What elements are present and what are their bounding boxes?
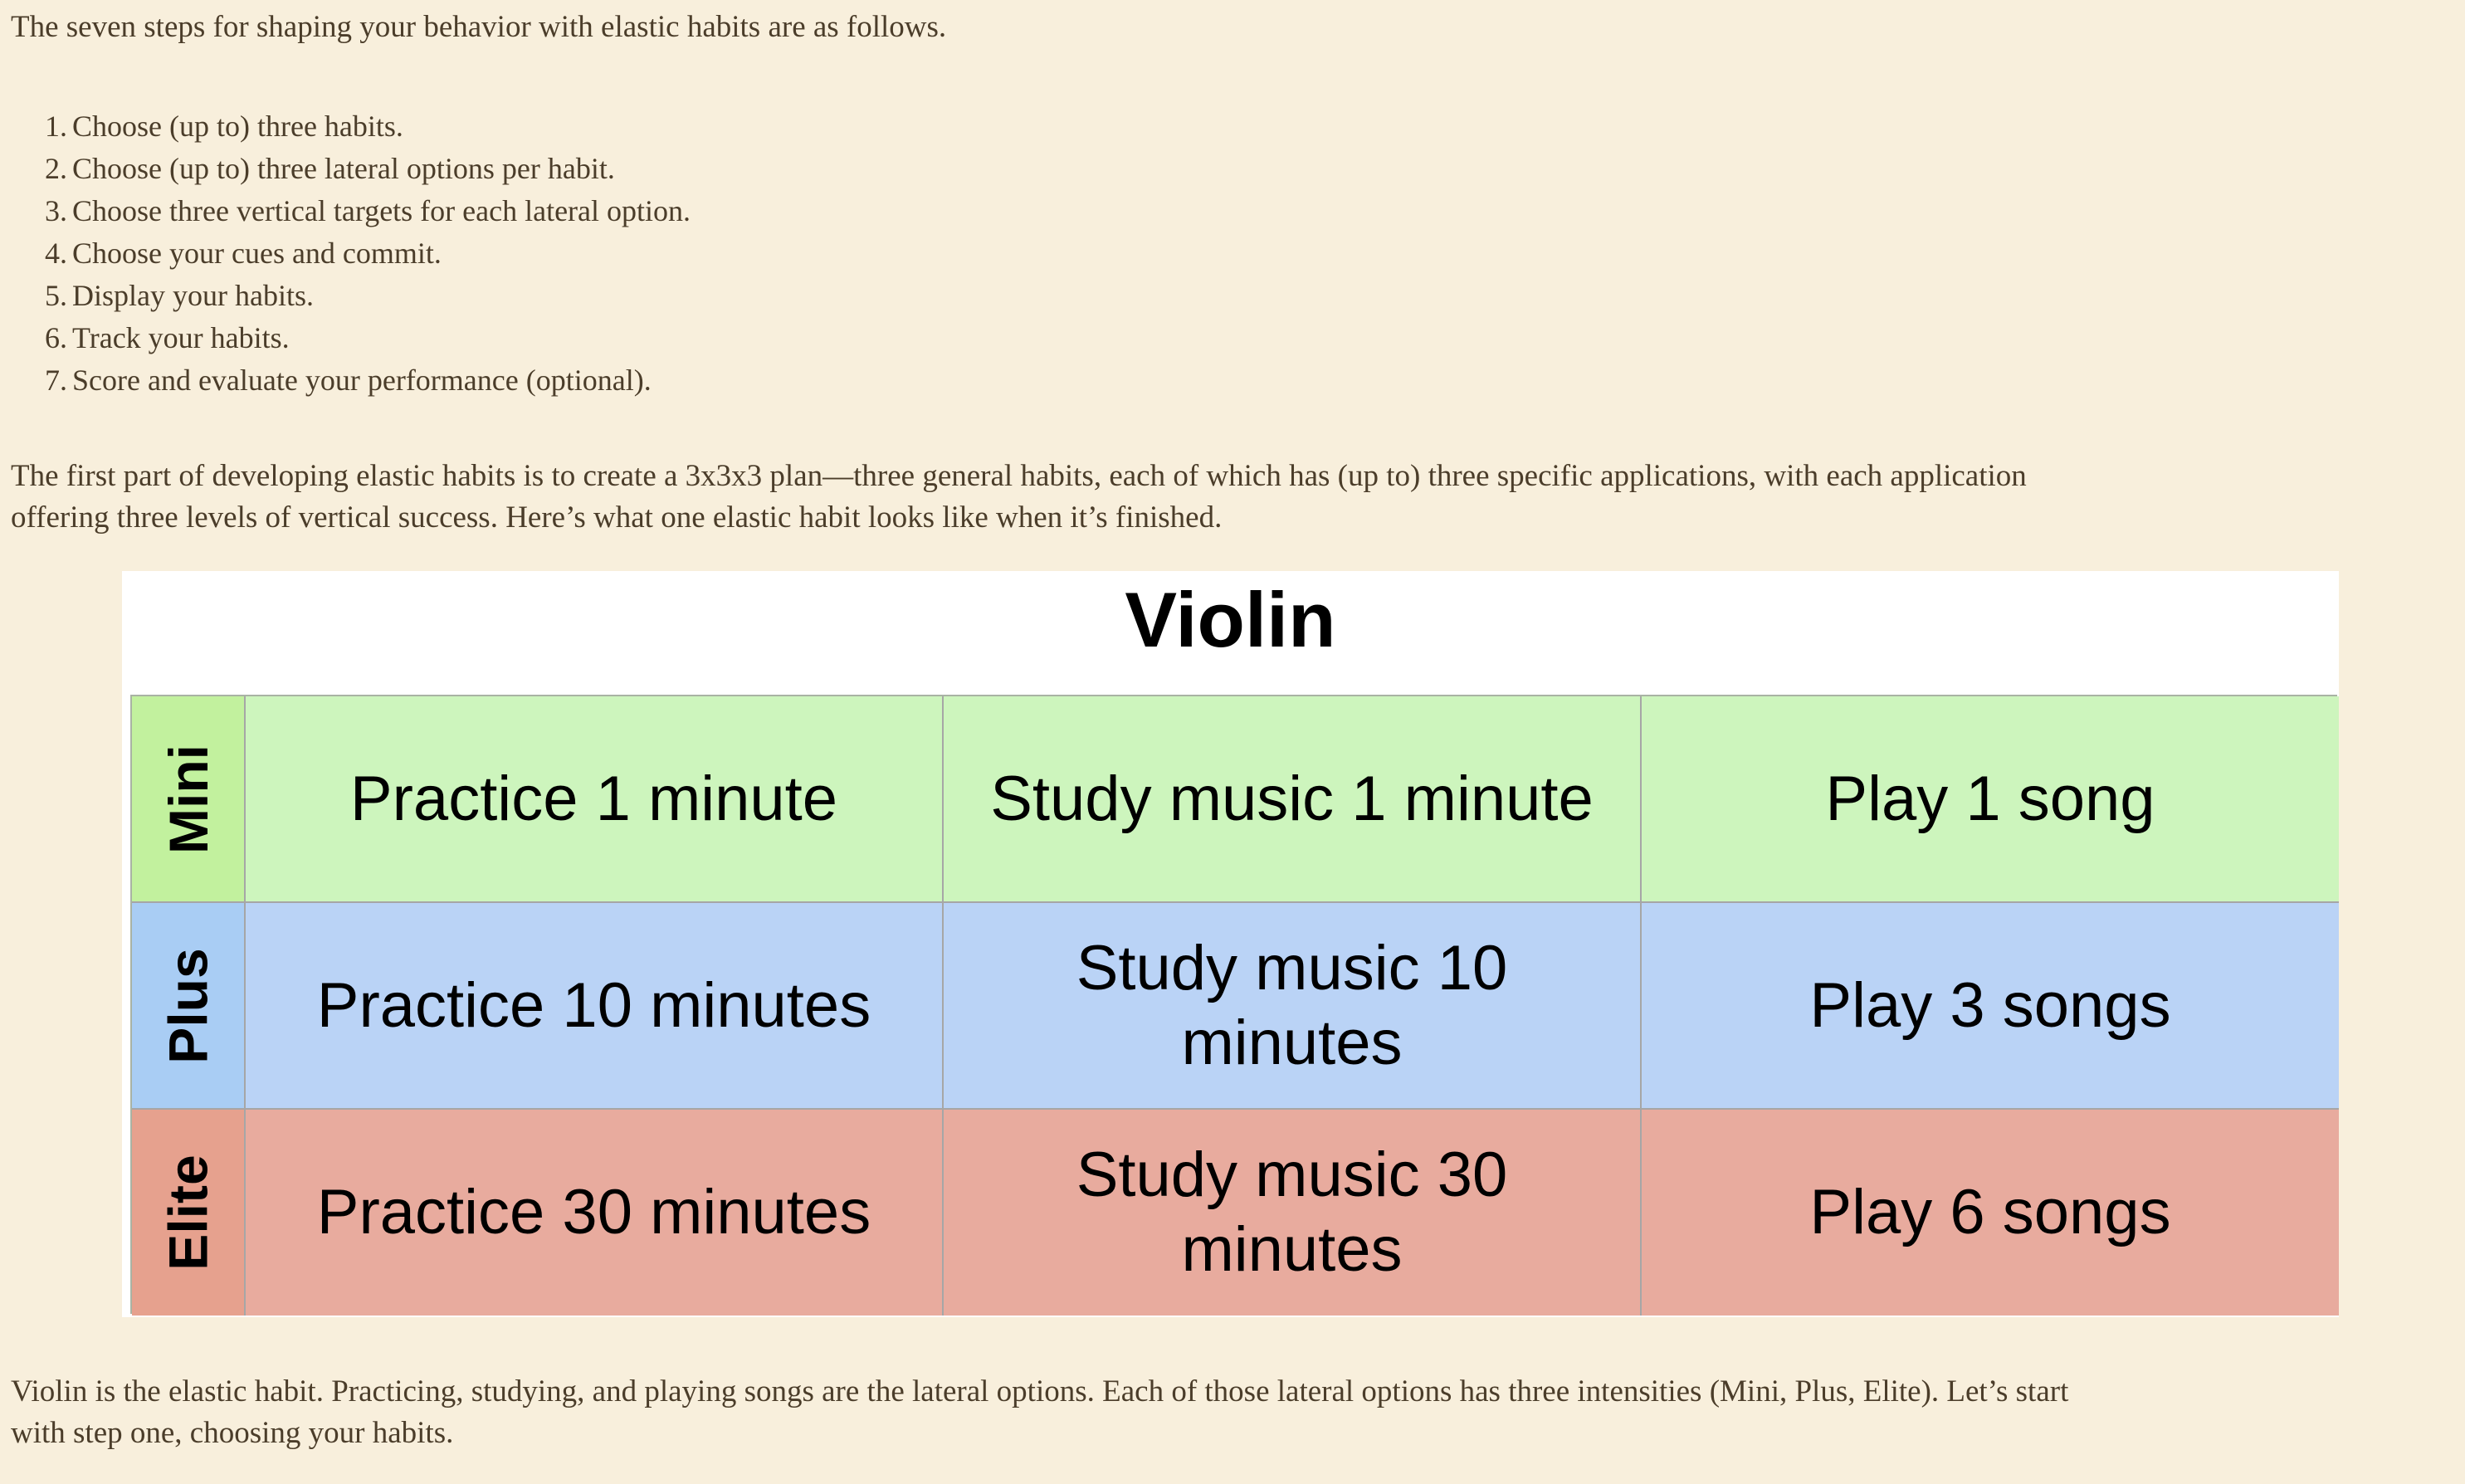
list-item: 6. Track your habits. [0, 317, 691, 359]
habit-title: Violin [1125, 576, 1336, 663]
step-text: Display your habits. [72, 279, 314, 312]
step-number: 5. [45, 279, 67, 312]
list-item: 4. Choose your cues and commit. [0, 232, 691, 275]
step-text: Choose three vertical targets for each l… [72, 194, 691, 227]
step-text: Choose (up to) three lateral options per… [72, 152, 615, 185]
habit-grid: Mini Practice 1 minute Study music 1 min… [130, 695, 2339, 1316]
habit-cell: Practice 30 minutes [246, 1110, 944, 1316]
plan-paragraph-line: offering three levels of vertical succes… [11, 500, 1223, 535]
level-label-text: Plus [157, 947, 219, 1064]
level-label-mini: Mini [132, 696, 246, 903]
habit-cell: Study music 30 minutes [944, 1110, 1642, 1316]
step-text: Choose your cues and commit. [72, 237, 442, 270]
list-item: 2. Choose (up to) three lateral options p… [0, 148, 691, 190]
step-number: 7. [45, 364, 67, 397]
level-label-plus: Plus [132, 903, 246, 1110]
habit-cell: Play 6 songs [1642, 1110, 2339, 1316]
habit-cell: Study music 10 minutes [944, 903, 1642, 1110]
plan-paragraph: The first part of developing elastic hab… [11, 456, 2027, 539]
habit-cell: Play 3 songs [1642, 903, 2339, 1110]
list-item: 5. Display your habits. [0, 275, 691, 317]
step-number: 6. [45, 321, 67, 354]
step-text: Track your habits. [72, 321, 290, 354]
elastic-habit-figure: Violin Mini Practice 1 minute Study musi… [122, 571, 2339, 1317]
level-label-text: Elite [157, 1154, 219, 1271]
intro-paragraph: The seven steps for shaping your behavio… [11, 7, 946, 48]
habit-cell: Practice 10 minutes [246, 903, 944, 1110]
step-text: Score and evaluate your performance (opt… [72, 364, 652, 397]
habit-cell: Study music 1 minute [944, 696, 1642, 903]
level-label-elite: Elite [132, 1110, 246, 1316]
seven-steps-list: 1. Choose (up to) three habits. 2. Choose … [0, 105, 691, 402]
outro-paragraph-line: with step one, choosing your habits. [11, 1416, 454, 1450]
step-number: 3. [45, 194, 67, 227]
habit-cell: Practice 1 minute [246, 696, 944, 903]
outro-paragraph: Violin is the elastic habit. Practicing,… [11, 1371, 2068, 1454]
step-number: 4. [45, 237, 67, 270]
outro-paragraph-line: Violin is the elastic habit. Practicing,… [11, 1374, 2069, 1408]
plan-paragraph-line: The first part of developing elastic hab… [11, 459, 2027, 493]
list-item: 7. Score and evaluate your performance (o… [0, 359, 691, 402]
list-item: 1. Choose (up to) three habits. [0, 105, 691, 148]
step-number: 2. [45, 152, 67, 185]
step-number: 1. [45, 110, 67, 143]
level-label-text: Mini [157, 744, 219, 854]
list-item: 3. Choose three vertical targets for each… [0, 190, 691, 232]
step-text: Choose (up to) three habits. [72, 110, 403, 143]
habit-cell: Play 1 song [1642, 696, 2339, 903]
intro-text: The seven steps for shaping your behavio… [11, 10, 947, 44]
